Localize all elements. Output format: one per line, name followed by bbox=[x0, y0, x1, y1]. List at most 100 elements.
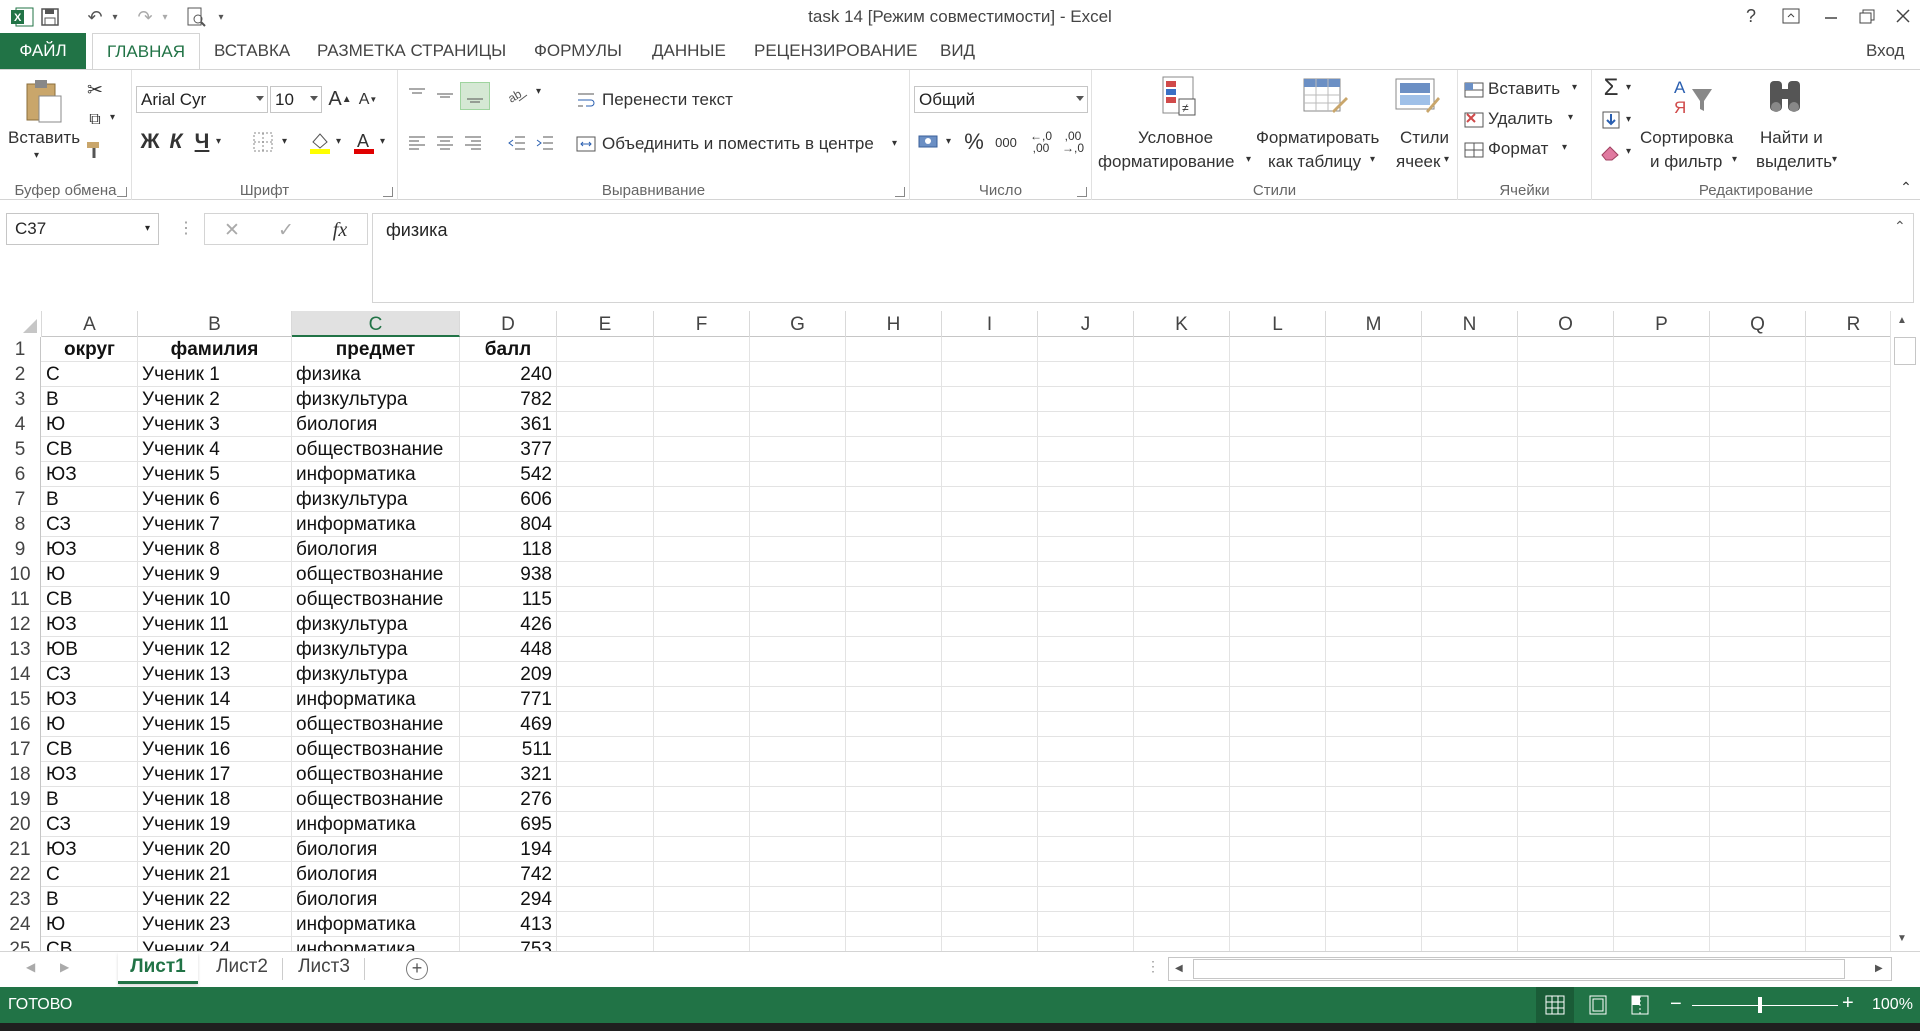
increase-decimal-button[interactable]: ←,0 ,00 bbox=[1026, 128, 1056, 156]
cell-o15[interactable] bbox=[1518, 687, 1614, 712]
cell-q5[interactable] bbox=[1710, 437, 1806, 462]
cell-g13[interactable] bbox=[750, 637, 846, 662]
cell-a21[interactable]: ЮЗ bbox=[42, 837, 138, 862]
row-header[interactable]: 21 bbox=[0, 837, 41, 862]
cell-i18[interactable] bbox=[942, 762, 1038, 787]
cell-styles-line2[interactable]: ячеек bbox=[1396, 152, 1440, 172]
cell-h18[interactable] bbox=[846, 762, 942, 787]
cell-j3[interactable] bbox=[1038, 387, 1134, 412]
cell-g1[interactable] bbox=[750, 337, 846, 362]
cell-j24[interactable] bbox=[1038, 912, 1134, 937]
cell-h8[interactable] bbox=[846, 512, 942, 537]
sheet-tab-1[interactable]: Лист1 bbox=[118, 952, 198, 984]
cell-g16[interactable] bbox=[750, 712, 846, 737]
name-box[interactable]: C37 ▾ bbox=[6, 213, 159, 245]
cell-l25[interactable] bbox=[1230, 937, 1326, 951]
cell-r13[interactable] bbox=[1806, 637, 1902, 662]
cell-g12[interactable] bbox=[750, 612, 846, 637]
cell-e7[interactable] bbox=[557, 487, 654, 512]
cell-h17[interactable] bbox=[846, 737, 942, 762]
cell-i23[interactable] bbox=[942, 887, 1038, 912]
cell-r11[interactable] bbox=[1806, 587, 1902, 612]
cell-d21[interactable]: 194 bbox=[460, 837, 557, 862]
column-header-p[interactable]: P bbox=[1614, 311, 1710, 337]
row-header[interactable]: 18 bbox=[0, 762, 41, 787]
cell-a16[interactable]: Ю bbox=[42, 712, 138, 737]
bold-button[interactable]: Ж bbox=[138, 128, 162, 156]
cell-j22[interactable] bbox=[1038, 862, 1134, 887]
cell-d7[interactable]: 606 bbox=[460, 487, 557, 512]
cell-q19[interactable] bbox=[1710, 787, 1806, 812]
cell-g6[interactable] bbox=[750, 462, 846, 487]
cell-l4[interactable] bbox=[1230, 412, 1326, 437]
cell-m22[interactable] bbox=[1326, 862, 1422, 887]
cell-p6[interactable] bbox=[1614, 462, 1710, 487]
delete-cells-icon[interactable] bbox=[1462, 108, 1486, 132]
cell-c8[interactable]: информатика bbox=[292, 512, 460, 537]
cell-n14[interactable] bbox=[1422, 662, 1518, 687]
cell-r23[interactable] bbox=[1806, 887, 1902, 912]
column-header-o[interactable]: O bbox=[1518, 311, 1614, 337]
cell-a4[interactable]: Ю bbox=[42, 412, 138, 437]
cell-d23[interactable]: 294 bbox=[460, 887, 557, 912]
row-header[interactable]: 22 bbox=[0, 862, 41, 887]
cell-l16[interactable] bbox=[1230, 712, 1326, 737]
cell-q22[interactable] bbox=[1710, 862, 1806, 887]
cell-j8[interactable] bbox=[1038, 512, 1134, 537]
cell-o14[interactable] bbox=[1518, 662, 1614, 687]
cell-d14[interactable]: 209 bbox=[460, 662, 557, 687]
cell-j17[interactable] bbox=[1038, 737, 1134, 762]
page-break-view-icon[interactable] bbox=[1622, 987, 1658, 1023]
cell-j19[interactable] bbox=[1038, 787, 1134, 812]
cell-a25[interactable]: СВ bbox=[42, 937, 138, 951]
cell-a17[interactable]: СВ bbox=[42, 737, 138, 762]
cell-r4[interactable] bbox=[1806, 412, 1902, 437]
cell-l24[interactable] bbox=[1230, 912, 1326, 937]
cell-l19[interactable] bbox=[1230, 787, 1326, 812]
cell-c24[interactable]: информатика bbox=[292, 912, 460, 937]
cell-k23[interactable] bbox=[1134, 887, 1230, 912]
format-cells-button[interactable]: Формат bbox=[1488, 139, 1548, 159]
cell-a18[interactable]: ЮЗ bbox=[42, 762, 138, 787]
cell-c20[interactable]: информатика bbox=[292, 812, 460, 837]
cell-o21[interactable] bbox=[1518, 837, 1614, 862]
row-header[interactable]: 19 bbox=[0, 787, 41, 812]
cell-l18[interactable] bbox=[1230, 762, 1326, 787]
cell-m23[interactable] bbox=[1326, 887, 1422, 912]
tab-file[interactable]: ФАЙЛ bbox=[0, 33, 86, 69]
cell-g4[interactable] bbox=[750, 412, 846, 437]
cell-q3[interactable] bbox=[1710, 387, 1806, 412]
cell-a20[interactable]: СЗ bbox=[42, 812, 138, 837]
cell-m24[interactable] bbox=[1326, 912, 1422, 937]
cell-k10[interactable] bbox=[1134, 562, 1230, 587]
cell-e22[interactable] bbox=[557, 862, 654, 887]
row-header[interactable]: 2 bbox=[0, 362, 41, 387]
cell-n19[interactable] bbox=[1422, 787, 1518, 812]
cell-l10[interactable] bbox=[1230, 562, 1326, 587]
cell-p19[interactable] bbox=[1614, 787, 1710, 812]
cell-l13[interactable] bbox=[1230, 637, 1326, 662]
cell-m17[interactable] bbox=[1326, 737, 1422, 762]
cell-n2[interactable] bbox=[1422, 362, 1518, 387]
cell-m21[interactable] bbox=[1326, 837, 1422, 862]
cell-i10[interactable] bbox=[942, 562, 1038, 587]
row-header[interactable]: 24 bbox=[0, 912, 41, 937]
cell-n15[interactable] bbox=[1422, 687, 1518, 712]
cell-h12[interactable] bbox=[846, 612, 942, 637]
cell-p17[interactable] bbox=[1614, 737, 1710, 762]
cell-d11[interactable]: 115 bbox=[460, 587, 557, 612]
cell-f25[interactable] bbox=[654, 937, 750, 951]
cell-m15[interactable] bbox=[1326, 687, 1422, 712]
cell-k19[interactable] bbox=[1134, 787, 1230, 812]
cell-m7[interactable] bbox=[1326, 487, 1422, 512]
font-launcher-icon[interactable] bbox=[383, 187, 393, 197]
cell-b8[interactable]: Ученик 7 bbox=[138, 512, 292, 537]
cell-q1[interactable] bbox=[1710, 337, 1806, 362]
zoom-slider-track[interactable] bbox=[1692, 1005, 1838, 1006]
cell-b14[interactable]: Ученик 13 bbox=[138, 662, 292, 687]
cell-k22[interactable] bbox=[1134, 862, 1230, 887]
signin-link[interactable]: Вход bbox=[1866, 33, 1904, 69]
cell-l11[interactable] bbox=[1230, 587, 1326, 612]
format-as-table-line1[interactable]: Форматировать bbox=[1256, 128, 1379, 148]
cell-h19[interactable] bbox=[846, 787, 942, 812]
